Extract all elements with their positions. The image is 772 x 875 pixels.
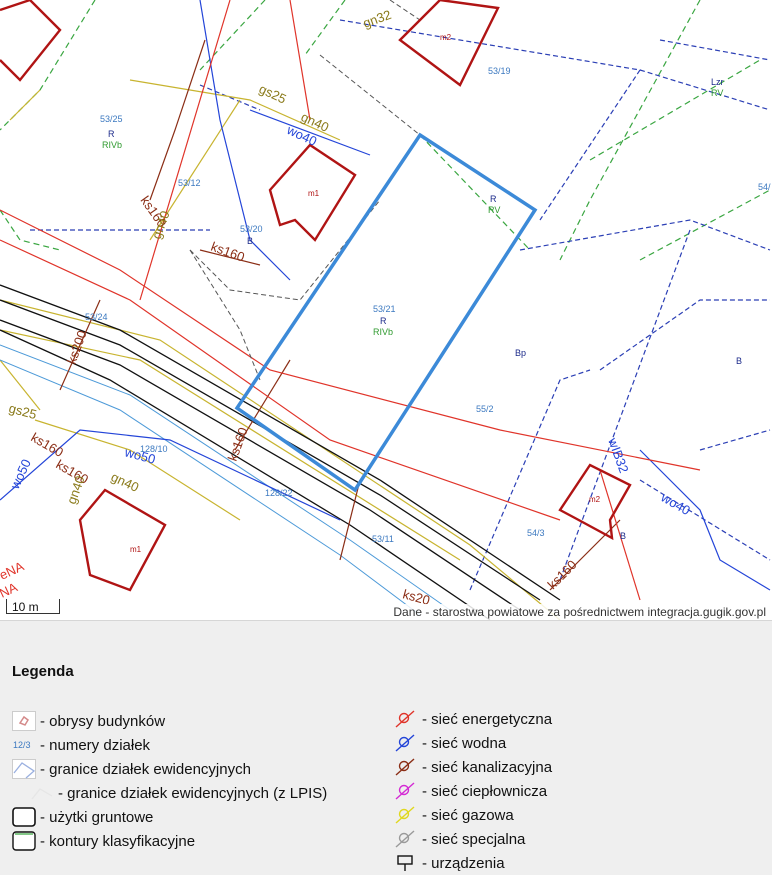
- legend-item-energy[interactable]: - sieć energetyczna: [394, 707, 552, 731]
- parcel-number-label: 53/12: [178, 178, 201, 188]
- utility-label: ks160: [209, 239, 247, 265]
- legend-item-buildings[interactable]: - obrysy budynków: [12, 709, 327, 733]
- legend-item-parcel-boundaries-lpis[interactable]: - granice działek ewidencyjnych (z LPIS): [12, 781, 327, 805]
- parcel-number-label: 55/2: [476, 404, 494, 414]
- classification-contour-icon: [12, 831, 36, 851]
- gas-network-icon: [394, 805, 418, 825]
- parcel-boundaries-icon: [12, 759, 36, 779]
- classification-label: RV: [711, 88, 723, 98]
- water-network-lines: [0, 0, 771, 591]
- parcel-number-label: 53/24: [85, 312, 108, 322]
- parcel-number-label: 53/19: [488, 66, 511, 76]
- building-label: m2: [440, 33, 452, 42]
- legend-item-heating[interactable]: - sieć ciepłownicza: [394, 779, 552, 803]
- classification-label: RIVb: [373, 327, 393, 337]
- legend-title: Legenda: [12, 663, 74, 680]
- legend-item-label: - sieć kanalizacyjna: [422, 758, 553, 776]
- legend-item-devices[interactable]: - urządzenia: [394, 851, 552, 875]
- legend-item-label: - sieć gazowa: [422, 806, 514, 824]
- legend-item-water[interactable]: - sieć wodna: [394, 731, 552, 755]
- building-label: m1: [308, 189, 320, 198]
- classification-label: RV: [488, 205, 500, 215]
- legend-left-column: - obrysy budynków 12/3 - numery działek …: [12, 709, 327, 853]
- utility-label: wo40: [658, 489, 693, 518]
- legend-item-label: - sieć specjalna: [422, 830, 526, 848]
- legend-panel: Legenda - obrysy budynków 12/3 - numery …: [0, 620, 772, 875]
- land-use-label: R: [490, 194, 497, 204]
- parcel-number-label: 54/3: [527, 528, 545, 538]
- scale-bar-label: 10 m: [12, 600, 39, 614]
- land-use-label: B: [736, 356, 742, 366]
- building-label: m2: [589, 495, 601, 504]
- land-use-contours: [0, 0, 771, 261]
- legend-item-special[interactable]: - sieć specjalna: [394, 827, 552, 851]
- legend-item-label: - granice działek ewidencyjnych: [40, 760, 251, 778]
- building-label: m1: [130, 545, 142, 554]
- land-use-label: B: [620, 531, 626, 541]
- sewer-network-icon: [394, 757, 418, 777]
- land-use-icon: [12, 807, 36, 827]
- land-use-label: B: [247, 236, 253, 246]
- legend-item-label: - sieć wodna: [422, 734, 507, 752]
- parcel-number-label: 53/11: [372, 534, 394, 544]
- legend-item-label: - kontury klasyfikacyjne: [40, 832, 196, 850]
- parcel-number-label: 53/25: [100, 114, 123, 124]
- land-use-label: R: [380, 316, 387, 326]
- utility-label: gn40: [64, 474, 88, 506]
- land-use-label: Lzr: [711, 77, 724, 87]
- legend-item-label: - sieć ciepłownicza: [422, 782, 548, 800]
- parcel-number-label: 53/21: [373, 304, 396, 314]
- legend-item-label: - obrysy budynków: [40, 712, 166, 730]
- classification-label: RIVb: [102, 140, 122, 150]
- utility-label: gs25: [7, 400, 38, 422]
- land-use-label: R: [108, 129, 115, 139]
- map-canvas: 53/19 53/25 53/12 53/20 53/21 55/2 54/3 …: [0, 0, 771, 620]
- legend-item-label: - użytki gruntowe: [40, 808, 154, 826]
- parcel-boundaries-lpis-icon: [30, 783, 54, 803]
- legend-item-label: - urządzenia: [422, 854, 505, 872]
- parcel-boundaries: [30, 19, 771, 591]
- utility-label: ks200: [64, 328, 90, 366]
- parcel-number-label: 53/20: [240, 224, 263, 234]
- special-network-icon: [394, 829, 418, 849]
- buildings-outline-icon: [12, 711, 36, 731]
- devices-icon: [394, 853, 418, 873]
- water-network-icon: [394, 733, 418, 753]
- legend-item-label: - granice działek ewidencyjnych (z LPIS): [58, 784, 328, 802]
- parcel-number-label: 54/: [758, 182, 771, 192]
- scale-bar: 10 m: [4, 598, 62, 616]
- utility-label: gs25: [257, 81, 289, 107]
- utility-label: gn32: [361, 7, 393, 31]
- legend-item-land-use[interactable]: - użytki gruntowe: [12, 805, 327, 829]
- parcel-number-label: 128/22: [265, 488, 293, 498]
- heating-network-icon: [394, 781, 418, 801]
- utility-label: ks160: [29, 430, 67, 460]
- legend-item-label: - sieć energetyczna: [422, 710, 553, 728]
- utility-label: gn40: [109, 469, 142, 495]
- map-view[interactable]: 53/19 53/25 53/12 53/20 53/21 55/2 54/3 …: [0, 0, 772, 620]
- light-blue-lines: [0, 344, 451, 616]
- land-use-label: Bp: [515, 348, 526, 358]
- svg-text:12/3: 12/3: [13, 740, 31, 750]
- legend-item-sewer[interactable]: - sieć kanalizacyjna: [394, 755, 552, 779]
- sewer-network-lines: [59, 39, 621, 591]
- legend-item-parcel-numbers[interactable]: 12/3 - numery działek: [12, 733, 327, 757]
- legend-item-gas[interactable]: - sieć gazowa: [394, 803, 552, 827]
- building-outlines: [0, 0, 632, 592]
- legend-right-column: - sieć energetyczna - sieć wodna - sieć …: [394, 707, 552, 875]
- legend-item-parcel-boundaries[interactable]: - granice działek ewidencyjnych: [12, 757, 327, 781]
- utility-label: ks160: [545, 557, 580, 592]
- energy-network-lines: [0, 0, 701, 601]
- legend-item-classification-contours[interactable]: - kontury klasyfikacyjne: [12, 829, 327, 853]
- parcel-number-icon: 12/3: [12, 735, 36, 755]
- map-attribution: Dane - starostwa powiatowe za pośrednict…: [389, 604, 770, 620]
- utility-label: ks160: [225, 425, 251, 463]
- legend-item-label: - numery działek: [40, 736, 151, 754]
- utility-label: eNA: [0, 558, 26, 582]
- energy-network-icon: [394, 709, 418, 729]
